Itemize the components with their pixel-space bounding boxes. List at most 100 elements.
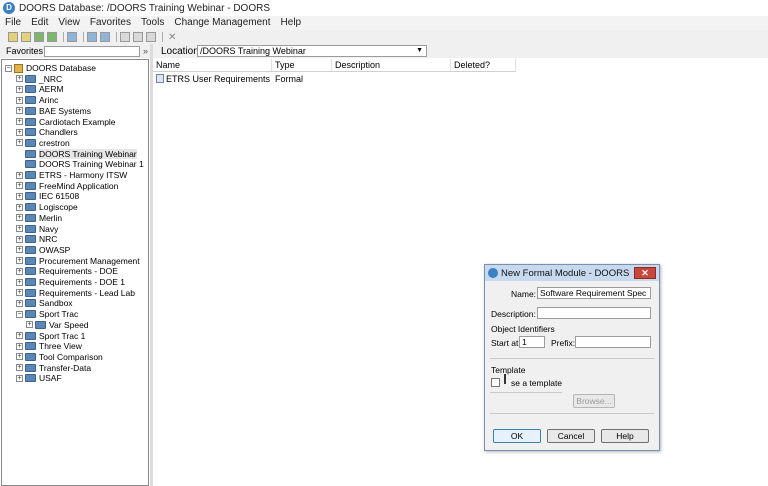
tree-item[interactable]: − Sport Trac [16, 309, 78, 319]
description-input[interactable] [537, 307, 651, 319]
start-at-input[interactable]: 1 [519, 336, 545, 348]
user-icon[interactable] [67, 32, 77, 42]
link-module-icon[interactable] [100, 32, 110, 42]
expand-icon[interactable]: + [16, 374, 23, 382]
tree-item[interactable]: + ETRS - Harmony ITSW [16, 170, 127, 180]
menu-help[interactable]: Help [276, 16, 307, 30]
expand-icon[interactable]: + [16, 332, 23, 339]
expand-icon[interactable]: + [16, 278, 23, 286]
use-template-label[interactable]: se a template [511, 378, 562, 388]
menu-view[interactable]: View [53, 16, 85, 30]
browse-button[interactable]: Browse... [573, 394, 615, 408]
copy-icon[interactable] [133, 32, 143, 42]
expand-icon[interactable] [16, 160, 23, 168]
expand-icon[interactable]: + [16, 171, 23, 179]
column-type[interactable]: Type [272, 59, 332, 71]
expand-icon[interactable]: + [16, 203, 23, 211]
tree-item[interactable]: + Logiscope [16, 202, 78, 212]
dropdown-arrow-icon[interactable]: ▼ [416, 46, 423, 56]
tree-item[interactable]: + IEC 61508 [16, 191, 79, 201]
tree-item[interactable]: + Requirements - DOE 1 [16, 277, 125, 287]
new-folder-icon[interactable] [8, 32, 18, 42]
expand-icon[interactable]: + [16, 118, 23, 125]
expand-icon[interactable]: + [16, 85, 23, 93]
name-input[interactable]: Software Requirement Spec [537, 287, 651, 299]
expand-icon[interactable]: + [16, 75, 23, 83]
expand-icon[interactable]: + [16, 214, 23, 222]
expand-icon[interactable]: + [16, 107, 23, 115]
close-icon[interactable]: ✕ [634, 267, 656, 279]
folder-icon [25, 278, 36, 286]
menu-favorites[interactable]: Favorites [85, 16, 136, 30]
collapse-icon[interactable]: − [5, 64, 12, 72]
menu-tools[interactable]: Tools [136, 16, 169, 30]
help-button[interactable]: Help [601, 429, 649, 443]
expand-icon[interactable]: + [16, 299, 23, 307]
cut-icon[interactable] [120, 32, 130, 42]
tree-item[interactable]: + OWASP [16, 245, 70, 255]
tree-item[interactable]: + crestron [16, 138, 70, 148]
favorites-input[interactable] [44, 45, 140, 57]
cancel-button[interactable]: Cancel [547, 429, 595, 443]
tree-item[interactable]: + Procurement Management [16, 256, 140, 266]
expand-icon[interactable]: + [16, 192, 23, 200]
tree-item[interactable]: + Cardiotach Example [16, 117, 116, 127]
tree-item[interactable]: + Chandlers [16, 127, 78, 137]
tree-item[interactable]: + Tool Comparison [16, 352, 103, 362]
ok-button[interactable]: OK [493, 429, 541, 443]
location-select[interactable]: /DOORS Training Webinar ▼ [197, 45, 427, 57]
tree-item[interactable]: + Merlin [16, 213, 62, 223]
use-template-checkbox[interactable] [491, 378, 500, 387]
expand-icon[interactable]: + [16, 267, 23, 275]
tree-item[interactable]: + Arinc [16, 95, 58, 105]
expand-icon[interactable]: + [16, 235, 23, 243]
new-project-icon[interactable] [21, 32, 31, 42]
expand-icon[interactable] [16, 150, 23, 158]
expand-icon[interactable]: + [16, 225, 23, 232]
column-description[interactable]: Description [332, 59, 451, 71]
tree-item[interactable]: + FreeMind Application [16, 181, 118, 191]
list-item[interactable]: ETRS User Requirements Formal [153, 73, 516, 85]
dialog-title-bar[interactable]: New Formal Module - DOORS ✕ [485, 265, 659, 281]
expand-icon[interactable]: + [16, 364, 23, 372]
expand-icon[interactable]: + [26, 321, 33, 329]
tree-item[interactable]: + Requirements - DOE [16, 266, 118, 276]
edit-icon[interactable] [146, 32, 156, 42]
tree-item[interactable]: + BAE Systems [16, 106, 91, 116]
expand-icon[interactable]: + [16, 246, 23, 254]
delete-icon[interactable]: ✕ [168, 32, 176, 43]
tree-item[interactable]: + NRC [16, 234, 57, 244]
expand-icon[interactable]: + [16, 289, 23, 297]
tree-item[interactable]: + AERM [16, 84, 64, 94]
expand-icon[interactable]: + [16, 182, 23, 190]
expand-icon[interactable]: + [16, 257, 23, 265]
tree-item[interactable]: + _NRC [16, 74, 62, 84]
tree-item[interactable]: + Navy [16, 224, 58, 234]
module-icon[interactable] [87, 32, 97, 42]
tree-item[interactable]: DOORS Training Webinar [16, 148, 137, 159]
column-name[interactable]: Name [153, 59, 272, 71]
properties-icon[interactable] [47, 32, 57, 42]
tree-item[interactable]: + Three View [16, 341, 82, 351]
tree-item[interactable]: + Transfer-Data [16, 363, 91, 373]
tree-item[interactable]: DOORS Training Webinar 1 [16, 159, 144, 169]
open-icon[interactable] [34, 32, 44, 42]
tree-item[interactable]: + USAF [16, 373, 62, 383]
collapse-icon[interactable]: − [16, 310, 23, 318]
expand-icon[interactable]: + [16, 96, 23, 104]
column-deleted[interactable]: Deleted? [451, 59, 516, 71]
expand-icon[interactable]: + [16, 353, 23, 361]
expand-icon[interactable]: + [16, 128, 23, 136]
prefix-input[interactable] [575, 336, 651, 348]
tree-root[interactable]: − DOORS Database [5, 63, 96, 73]
tree-item[interactable]: + Requirements - Lead Lab [16, 288, 135, 298]
expand-icon[interactable]: + [16, 139, 23, 147]
expand-icon[interactable]: + [16, 342, 23, 350]
favorites-chevron-icon[interactable]: » [143, 46, 148, 56]
tree-item[interactable]: + Sport Trac 1 [16, 331, 85, 341]
tree-item[interactable]: + Sandbox [16, 298, 73, 308]
menu-change-management[interactable]: Change Management [169, 16, 275, 30]
menu-edit[interactable]: Edit [26, 16, 53, 30]
tree-item[interactable]: + Var Speed [26, 320, 89, 330]
menu-file[interactable]: File [0, 16, 26, 30]
